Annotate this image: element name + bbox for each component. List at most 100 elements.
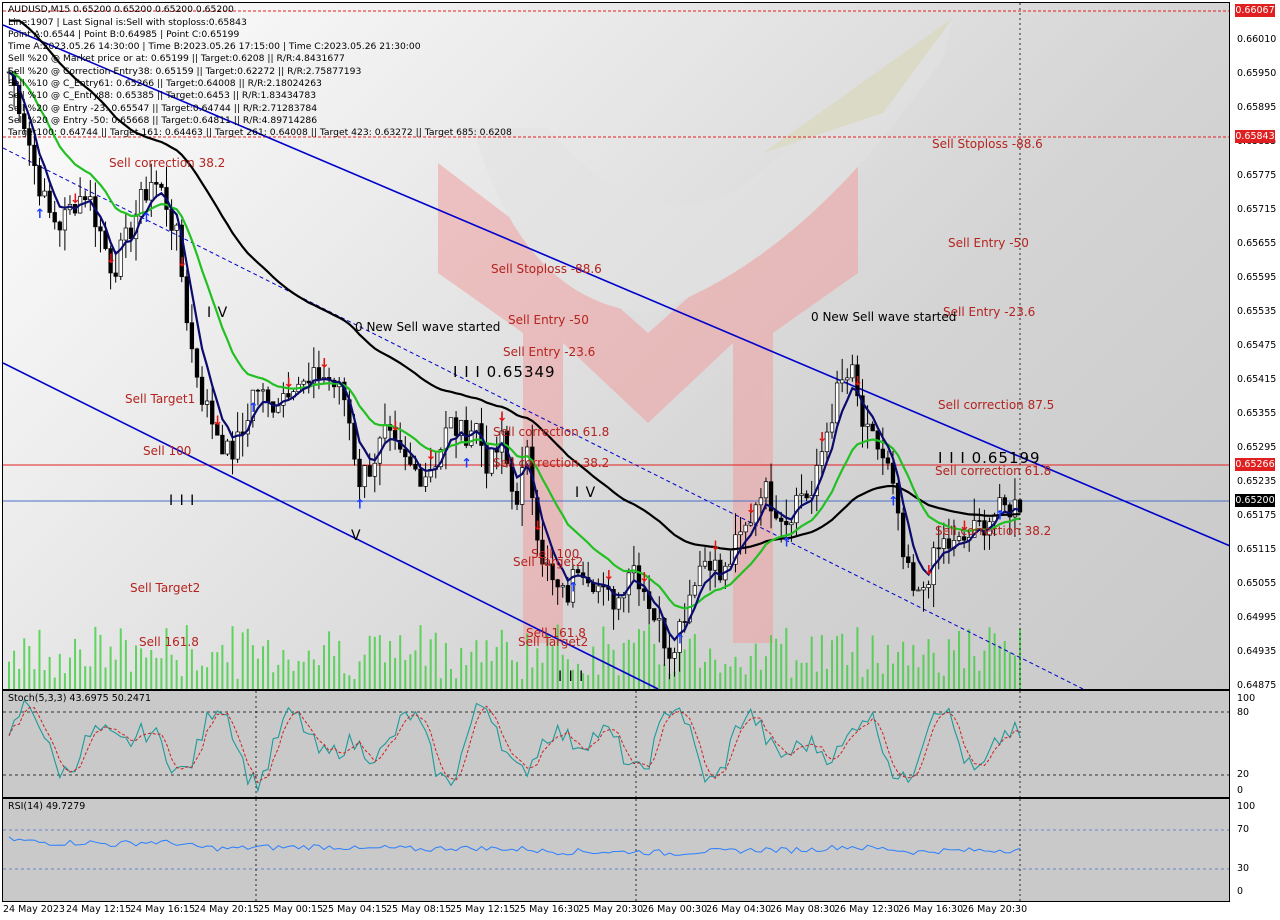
volume-bar — [724, 664, 727, 689]
volume-bar — [236, 678, 239, 689]
volume-bar — [394, 657, 397, 689]
volume-bar — [643, 630, 646, 689]
volume-bar — [292, 670, 295, 689]
volume-bar — [704, 661, 707, 689]
volume-bar — [947, 639, 950, 689]
candle-body — [83, 196, 88, 201]
volume-bar — [622, 642, 625, 689]
volume-bar — [155, 657, 158, 689]
price-badge-top: 0.66067 — [1235, 4, 1275, 17]
volume-bar — [13, 650, 16, 689]
candle-body — [977, 520, 982, 522]
volume-bar — [1008, 651, 1011, 689]
volume-bar — [922, 654, 925, 689]
volume-bar — [348, 675, 351, 689]
volume-bar — [912, 644, 915, 689]
sell-arrow-icon: ↓ — [106, 252, 117, 267]
level-label: Sell Entry -23.6 — [503, 345, 596, 359]
volume-bar — [333, 655, 336, 689]
volume-bar — [749, 655, 752, 689]
volume-bar — [267, 640, 270, 689]
volume-bar — [688, 638, 691, 689]
volume-bar — [373, 636, 376, 689]
volume-bar — [99, 634, 102, 689]
volume-bar — [226, 662, 229, 689]
candle-body — [286, 393, 291, 398]
stoch-level: 80 — [1237, 707, 1250, 718]
stochastic-panel[interactable]: Stoch(5,3,3) 43.6975 50.2471 — [2, 690, 1230, 798]
volume-bar — [256, 658, 259, 689]
candle-body — [62, 209, 68, 231]
info-line: Line:1907 | Last Signal is:Sell with sto… — [8, 17, 247, 28]
buy-arrow-icon: ↑ — [888, 494, 899, 509]
volume-bar — [109, 646, 112, 689]
volume-bar — [602, 626, 605, 689]
volume-bar — [516, 661, 519, 689]
volume-bar — [175, 660, 178, 689]
candle-body — [184, 276, 189, 324]
price-tick: 0.64995 — [1237, 612, 1277, 623]
candle-body — [301, 380, 306, 385]
candle-body — [144, 189, 149, 201]
volume-bar — [79, 649, 82, 689]
time-tick: 26 May 08:30 — [770, 904, 836, 915]
wave-start-label: 0 New Sell wave started — [811, 310, 957, 324]
price-tick: 0.65475 — [1237, 340, 1277, 351]
candle-body — [52, 212, 57, 223]
info-line: Sell %20 @ Entry -50: 0.65668 || Target:… — [8, 115, 318, 126]
price-tick: 0.65775 — [1237, 170, 1277, 181]
volume-bar — [886, 644, 889, 689]
rsi-level: 100 — [1237, 801, 1256, 812]
volume-bar — [48, 656, 51, 689]
candle-body — [840, 379, 845, 384]
buy-arrow-icon: ↑ — [675, 632, 686, 647]
volume-bar — [312, 659, 315, 689]
candle-body — [743, 524, 748, 533]
candle-body — [408, 456, 413, 465]
volume-bar — [206, 667, 209, 689]
buy-arrow-icon: ↑ — [781, 536, 792, 551]
volume-bar — [846, 665, 849, 689]
volume-bar — [800, 662, 803, 689]
price-tick: 0.65055 — [1237, 578, 1277, 589]
wave-price-label: I I I 0.65199 — [938, 449, 1041, 467]
candle-body — [682, 621, 687, 623]
volume-bar — [68, 657, 71, 689]
volume-bar — [719, 672, 722, 689]
candle-body — [657, 618, 662, 621]
buy-arrow-icon: ↑ — [461, 456, 472, 471]
sell-arrow-icon: ↓ — [924, 564, 935, 579]
volume-bar — [389, 641, 392, 689]
rsi-panel[interactable]: RSI(14) 49.7279 — [2, 798, 1230, 902]
level-label: Sell 161.8 — [139, 635, 199, 649]
volume-bar — [764, 656, 767, 689]
volume-bar — [714, 659, 717, 689]
volume-bar — [297, 660, 300, 689]
volume-bar — [795, 660, 798, 689]
candle-body — [1002, 497, 1007, 506]
volume-bar — [262, 646, 265, 689]
volume-bar — [53, 677, 56, 689]
volume-bar — [744, 674, 747, 689]
volume-bar — [231, 626, 234, 689]
volume-bar — [63, 673, 66, 689]
volume-bar — [607, 644, 610, 689]
volume-bar — [455, 678, 458, 689]
volume-bar — [968, 629, 971, 689]
candle-body — [819, 451, 825, 466]
sell-arrow-icon: ↓ — [639, 571, 650, 586]
candle-body — [763, 481, 769, 499]
volume-bar — [485, 640, 488, 689]
wave-label: I I I — [558, 669, 585, 685]
volume-bar — [627, 639, 630, 689]
volume-bar — [277, 664, 280, 689]
info-line: Time A:2023.05.26 14:30:00 | Time B:2023… — [8, 41, 421, 52]
time-tick: 26 May 16:30 — [898, 904, 964, 915]
price-chart-panel[interactable]: ↑ ↓ ↓ ↑ ↓ ↓ ↑ ↓ ↓ ↑ ↓ ↓ ↑ ↓ ↓ ↑ ↓ ↓ ↑ ↓ ↓ ↑ ↓ ↓ ↑ ↓ ↓ ↑ AUDUSD,M15 … — [2, 2, 1230, 690]
candle-body — [555, 579, 560, 588]
candle-body — [423, 476, 428, 487]
time-tick: 26 May 00:30 — [642, 904, 708, 915]
volume-bar — [500, 629, 503, 689]
volume-bar — [221, 644, 224, 689]
candle-body — [829, 422, 835, 433]
